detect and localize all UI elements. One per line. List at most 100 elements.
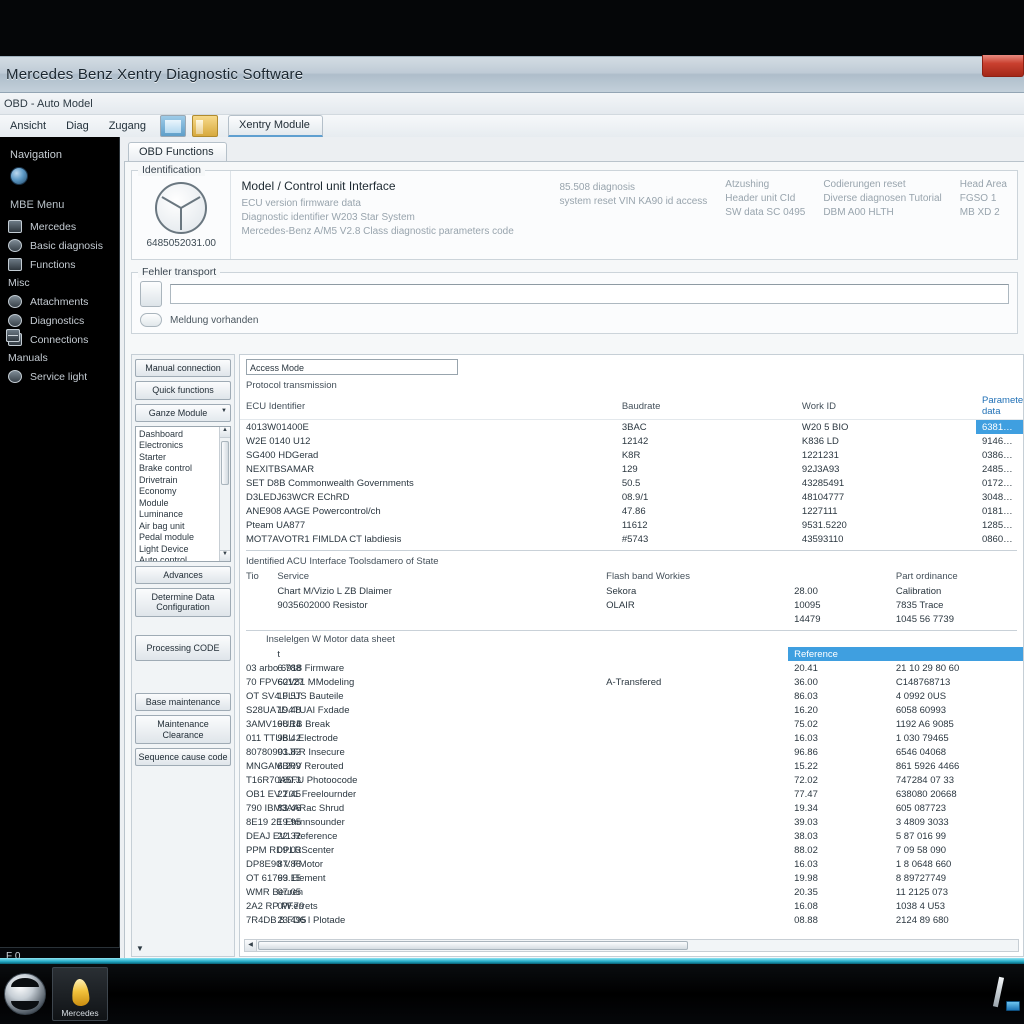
table-row[interactable]: S28UA7D4TUAI Fxdade 19.48 16.20 6058 609… <box>240 703 1023 717</box>
rail-item-service-light[interactable]: Service light <box>0 367 119 386</box>
table-row[interactable]: OB1 EV T01 Freelournder 22.45 77.47 6380… <box>240 787 1023 801</box>
table-row[interactable]: MOT7AVOTR1 FIMLDA CT labdiesis #5743 435… <box>240 532 1023 546</box>
table-row[interactable]: 4013W01400E 3BAC W20 5 BIO 6381692279 <box>240 419 1023 434</box>
listbox-scrollbar[interactable]: ▲ ▼ <box>219 426 230 561</box>
column-header-tio[interactable]: Tio <box>240 569 271 584</box>
module-listbox[interactable]: Dashboard Electronics Starter Brake cont… <box>135 425 231 562</box>
column-header-ecu[interactable]: ECU Identifier <box>240 393 616 420</box>
column-header-parameter-data[interactable]: Parameter data <box>975 393 1023 420</box>
table-row[interactable]: 8E19 2E Ehrnnsounder 19.95 39.03 3 4809 … <box>240 815 1023 829</box>
table-row[interactable]: 9035602000 Resistor OLAIR 10095 7835 Tra… <box>240 598 1023 612</box>
module-select-dropdown[interactable]: Ganze Module <box>135 403 231 422</box>
column-header-part-ordinance[interactable]: Part ordinance <box>890 569 1023 584</box>
pane-scroll-caret-icon[interactable]: ▼ <box>136 944 144 953</box>
table-row[interactable]: 03 arbo 6918 Firmware 6.788 20.41 21 10 … <box>240 661 1023 675</box>
scroll-up-arrow-icon[interactable]: ▲ <box>220 426 230 438</box>
list-item[interactable]: Pedal module <box>139 532 227 544</box>
table-row[interactable]: 790 IBM3AARac Shrud 83.46 19.34 605 0877… <box>240 801 1023 815</box>
taskbar: Mercedes <box>0 964 1024 1024</box>
network-icon[interactable] <box>160 115 186 137</box>
column-header-workid[interactable]: Work ID <box>795 393 976 420</box>
base-maintenance-button[interactable]: Base maintenance <box>135 693 231 712</box>
maintenance-clearance-button[interactable]: Maintenance Clearance <box>135 715 231 745</box>
column-header-flashband[interactable]: Flash band Workies <box>600 569 788 584</box>
table-row[interactable]: T16R70A5FU Photoocode 180.3 72.02 747284… <box>240 773 1023 787</box>
close-button[interactable] <box>982 55 1024 77</box>
sequence-cause-code-button[interactable]: Sequence cause code <box>135 748 231 767</box>
table-row[interactable]: Chart M/Vizio L ZB Dlaimer Sekora 28.00 … <box>240 584 1023 598</box>
column-header-service[interactable]: Service <box>271 569 600 584</box>
tab-obd-functions[interactable]: OBD Functions <box>128 142 227 161</box>
vehicle-col-main: Model / Control unit Interface ECU versi… <box>241 179 541 251</box>
table-row[interactable]: 2A2 RP PFerrets 0W.79 16.08 1038 4 U53 <box>240 899 1023 913</box>
table-row[interactable]: Pteam UA877 11612 9531.5220 1285328621 <box>240 518 1023 532</box>
list-item[interactable]: Starter <box>139 452 227 464</box>
table-row[interactable]: 14479 1045 56 7739 <box>240 612 1023 626</box>
table-row[interactable]: SET D8B Commonwealth Governments 50.5 43… <box>240 476 1023 490</box>
determine-data-configuration-button[interactable]: Determine Data Configuration <box>135 588 231 617</box>
table-row[interactable]: t Reference <box>240 647 1023 661</box>
list-item[interactable]: Economy <box>139 486 227 498</box>
list-item[interactable]: Brake control <box>139 463 227 475</box>
network-badge-icon[interactable] <box>1006 1001 1020 1011</box>
table-row[interactable]: SG400 HDGerad K8R 1221231 0386356543 <box>240 448 1023 462</box>
horizontal-scrollbar[interactable]: ◀ <box>244 939 1019 952</box>
rail-item-manuals[interactable]: Manuals <box>0 329 119 367</box>
list-item[interactable]: Module <box>139 498 227 510</box>
table-row[interactable]: NEXITBSAMAR 129 92J3A93 2485906A94 <box>240 462 1023 476</box>
quick-functions-button[interactable]: Quick functions <box>135 381 231 400</box>
manual-connection-button[interactable]: Manual connection <box>135 359 231 378</box>
table-row[interactable]: 3AMV16URB Break 98.14 75.02 1192 A6 9085 <box>240 717 1023 731</box>
rail-item-functions[interactable]: Functions <box>0 255 119 274</box>
table-row[interactable]: OT SV4 FLUS Bauteile 19.5T 86.03 4 0992 … <box>240 689 1023 703</box>
hscrollbar-thumb[interactable] <box>258 941 688 950</box>
taskbar-item-mercedes[interactable]: Mercedes <box>52 967 108 1021</box>
cell <box>240 647 271 661</box>
menu-item-zugang[interactable]: Zugang <box>107 119 148 133</box>
globe-icon[interactable] <box>10 167 28 185</box>
scrollbar-thumb[interactable] <box>221 440 229 485</box>
table-row[interactable]: W2E 0140 U12 12142 K836 LD 9146829047 <box>240 434 1023 448</box>
rail-item-attachments[interactable]: Attachments <box>0 292 119 311</box>
table-row[interactable]: 80780901JFR Insecure 93.82 96.86 6546 04… <box>240 745 1023 759</box>
scroll-left-arrow-icon[interactable]: ◀ <box>245 940 257 951</box>
list-item[interactable]: Luminance <box>139 509 227 521</box>
table-row[interactable]: MNGAMBRV Rerouted 6.209 15.22 861 5926 4… <box>240 759 1023 773</box>
table-row[interactable]: OT 61793 Element 69.15 19.98 8 89727749 <box>240 871 1023 885</box>
folder-icon[interactable] <box>192 115 218 137</box>
table-row[interactable]: WMR Beuren 07.05 20.35 11 2125 073 <box>240 885 1023 899</box>
menu-item-diag[interactable]: Diag <box>64 119 91 133</box>
column-header-baudrate[interactable]: Baudrate <box>615 393 796 420</box>
advances-button[interactable]: Advances <box>135 565 231 585</box>
menu-item-ansicht[interactable]: Ansicht <box>8 119 48 133</box>
list-item[interactable]: Drivetrain <box>139 475 227 487</box>
table-row[interactable]: ANE908 AAGE Powercontrol/ch 47.86 122711… <box>240 504 1023 518</box>
status-input[interactable] <box>170 284 1009 304</box>
list-item[interactable]: Auto control <box>139 555 227 561</box>
list-item[interactable]: Electronics <box>139 440 227 452</box>
toolbar-tab-xentry-module[interactable]: Xentry Module <box>228 115 323 137</box>
windows-start-orb-icon[interactable] <box>4 973 46 1015</box>
search-input[interactable]: Access Mode <box>246 359 458 375</box>
table-row[interactable]: 7R4DB 8 FD6 I Plotade 23.495 08.88 2124 … <box>240 913 1023 927</box>
table-row[interactable]: DP8E90 V FMotor 87.86 16.03 1 8 0648 660 <box>240 857 1023 871</box>
list-item[interactable]: Light Device <box>139 544 227 556</box>
column-header-blank[interactable] <box>788 569 890 584</box>
list-item[interactable]: Air bag unit <box>139 521 227 533</box>
rail-item-diagnostics[interactable]: Diagnostics <box>0 311 119 330</box>
table-row[interactable]: 011 TTUBU Electrode 98.42 16.03 1 030 79… <box>240 731 1023 745</box>
scroll-down-arrow-icon[interactable]: ▼ <box>220 549 230 561</box>
rail-item-mercedes[interactable]: Mercedes <box>0 217 119 236</box>
pen-icon[interactable] <box>983 977 1003 1011</box>
table-row[interactable]: PPM RDPLRScenter 09.03 88.02 7 09 58 090 <box>240 843 1023 857</box>
table-row[interactable]: DEAJ EV1 Reference 22.32 38.03 5 87 016 … <box>240 829 1023 843</box>
list-item[interactable]: Dashboard <box>139 429 227 441</box>
rail-item-misc[interactable]: Misc <box>0 274 119 342</box>
cell: 0386356543 <box>981 449 1023 461</box>
table-row[interactable]: D3LEDJ63WCR EChRD 08.9/1 48104777 304813… <box>240 490 1023 504</box>
processing-code-button[interactable]: Processing CODE <box>135 634 231 662</box>
table-row[interactable]: 70 FPV62V81 MModeling 60127 A-Transfered… <box>240 675 1023 689</box>
rail-item-basic-diagnosis[interactable]: Basic diagnosis <box>0 236 119 255</box>
cell <box>600 745 788 759</box>
window-titlebar[interactable]: Mercedes Benz Xentry Diagnostic Software <box>0 55 1024 93</box>
